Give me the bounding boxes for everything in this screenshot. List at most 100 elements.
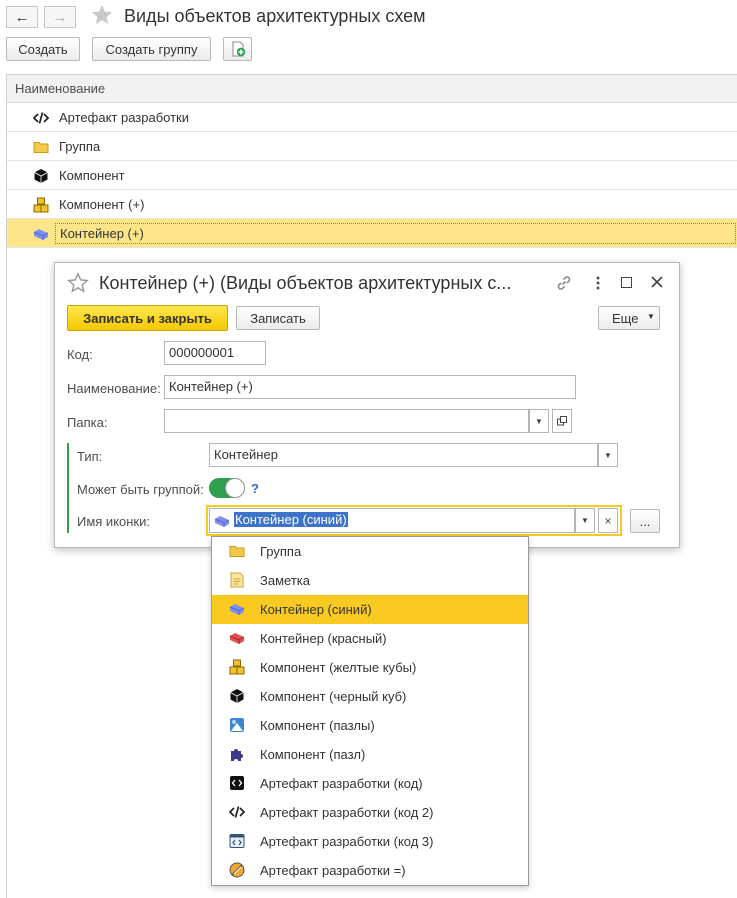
folder-icon (33, 139, 49, 155)
favorite-star-icon[interactable] (67, 272, 89, 294)
icon-name-select-button[interactable]: ... (630, 509, 660, 533)
icon-dropdown-list: Группа Заметка Контейнер (синий) Контейн… (211, 536, 529, 886)
list-item-label: Артефакт разработки (59, 110, 190, 125)
note-icon (229, 572, 245, 588)
open-window-icon (557, 416, 567, 426)
list-item[interactable]: Компонент (пазл) (212, 740, 528, 769)
icon-name-label: Имя иконки: (77, 514, 150, 529)
icon-name-value: Контейнер (синий) (234, 512, 348, 527)
blue-container-icon (33, 226, 49, 242)
arrow-left-icon: ← (14, 8, 30, 26)
code-window-icon (229, 833, 245, 849)
list-item-label: Компонент (пазл) (260, 747, 366, 762)
save-button[interactable]: Записать (236, 306, 320, 330)
code-icon (33, 110, 49, 126)
list-item-label: Компонент (пазлы) (260, 718, 375, 733)
list-item[interactable]: Артефакт разработки (код) (212, 769, 528, 798)
list-item-label: Контейнер (синий) (260, 602, 372, 617)
create-group-button[interactable]: Создать группу (92, 37, 211, 61)
list-item[interactable]: Артефакт разработки (код 3) (212, 827, 528, 856)
list-item-label: Компонент (черный куб) (260, 689, 407, 704)
list-item[interactable]: Заметка (212, 566, 528, 595)
folder-icon (229, 543, 245, 559)
yellow-cubes-icon (229, 659, 245, 675)
add-from-file-button[interactable] (223, 37, 252, 61)
puzzles-icon (229, 717, 245, 733)
folder-field[interactable] (164, 409, 529, 433)
back-button[interactable]: ← (6, 6, 38, 28)
list-item[interactable]: Артефакт разработки (код 2) (212, 798, 528, 827)
type-label: Тип: (77, 449, 103, 464)
arrow-right-icon: → (52, 8, 68, 26)
puzzle-icon (229, 746, 245, 762)
list-item[interactable]: Группа (212, 537, 528, 566)
list-item-label: Компонент (59, 168, 125, 183)
code-box-icon (229, 775, 245, 791)
type-dropdown-button[interactable]: ▼ (598, 443, 618, 467)
folder-label: Папка: (67, 415, 108, 430)
list-item[interactable]: Артефакт разработки (7, 103, 737, 132)
favorite-star-icon[interactable] (90, 3, 114, 27)
save-and-close-button[interactable]: Записать и закрыть (67, 305, 228, 331)
can-be-group-label: Может быть группой: (77, 482, 204, 497)
chevron-down-icon: ▼ (647, 312, 655, 321)
list-item[interactable]: Компонент (+) (7, 190, 737, 219)
black-cube-icon (33, 168, 49, 184)
artifact-icon (229, 862, 245, 878)
code-field[interactable]: 000000001 (164, 341, 266, 365)
red-container-icon (229, 630, 245, 646)
code-icon (229, 804, 245, 820)
list-item-label: Контейнер (+) (55, 223, 736, 244)
code-label: Код: (67, 347, 93, 362)
column-header-name[interactable]: Наименование (7, 75, 737, 103)
list-item-label: Артефакт разработки (код 3) (260, 834, 434, 849)
page-title: Виды объектов архитектурных схем (124, 6, 426, 26)
can-be-group-toggle[interactable] (209, 478, 245, 498)
more-menu-button[interactable]: Еще ▼ (598, 306, 660, 330)
more-menu-label: Еще (612, 310, 639, 326)
list-item-label: Артефакт разработки =) (260, 863, 406, 878)
create-button[interactable]: Создать (6, 37, 80, 61)
blue-container-icon (229, 601, 245, 617)
list-item[interactable]: Компонент (черный куб) (212, 682, 528, 711)
name-field[interactable]: Контейнер (+) (164, 375, 576, 399)
list-item-label: Компонент (желтые кубы) (260, 660, 417, 675)
black-cube-icon (229, 688, 245, 704)
list-item-label: Заметка (260, 573, 310, 588)
maximize-icon[interactable] (621, 277, 632, 288)
item-form-dialog: Контейнер (+) (Виды объектов архитектурн… (54, 262, 680, 548)
list-item-selected[interactable]: Контейнер (синий) (212, 595, 528, 624)
icon-name-field[interactable]: Контейнер (синий) (209, 508, 575, 533)
list-item[interactable]: Группа (7, 132, 737, 161)
document-add-icon (230, 41, 246, 57)
list-item[interactable]: Компонент (желтые кубы) (212, 653, 528, 682)
list-item-label: Контейнер (красный) (260, 631, 387, 646)
list-item[interactable]: Контейнер (красный) (212, 624, 528, 653)
chevron-down-icon: ▼ (535, 416, 543, 426)
list-item[interactable]: Компонент (7, 161, 737, 190)
help-icon[interactable]: ? (251, 481, 259, 496)
list-item[interactable]: Компонент (пазлы) (212, 711, 528, 740)
link-icon[interactable] (555, 274, 573, 292)
forward-button[interactable]: → (44, 6, 76, 28)
chevron-down-icon: ▼ (604, 450, 612, 460)
close-icon[interactable] (649, 274, 665, 290)
group-divider (67, 443, 69, 533)
folder-dropdown-button[interactable]: ▼ (529, 409, 549, 433)
type-field[interactable]: Контейнер (209, 443, 598, 467)
folder-open-button[interactable] (552, 409, 572, 433)
list-item-label: Артефакт разработки (код 2) (260, 805, 434, 820)
list-item-label: Группа (59, 139, 101, 154)
more-vertical-icon[interactable] (593, 274, 603, 292)
icon-name-dropdown-button[interactable]: ▼ (575, 508, 595, 533)
blue-container-icon (214, 513, 230, 529)
list-item[interactable]: Артефакт разработки =) (212, 856, 528, 885)
list-item-label: Компонент (+) (59, 197, 145, 212)
icon-name-clear-button[interactable]: × (598, 508, 618, 533)
toggle-knob (225, 478, 245, 498)
list-item-selected[interactable]: Контейнер (+) (7, 219, 737, 248)
list-item-label: Группа (260, 544, 302, 559)
yellow-cubes-icon (33, 197, 49, 213)
dialog-title: Контейнер (+) (Виды объектов архитектурн… (99, 273, 512, 293)
list-item-label: Артефакт разработки (код) (260, 776, 423, 791)
